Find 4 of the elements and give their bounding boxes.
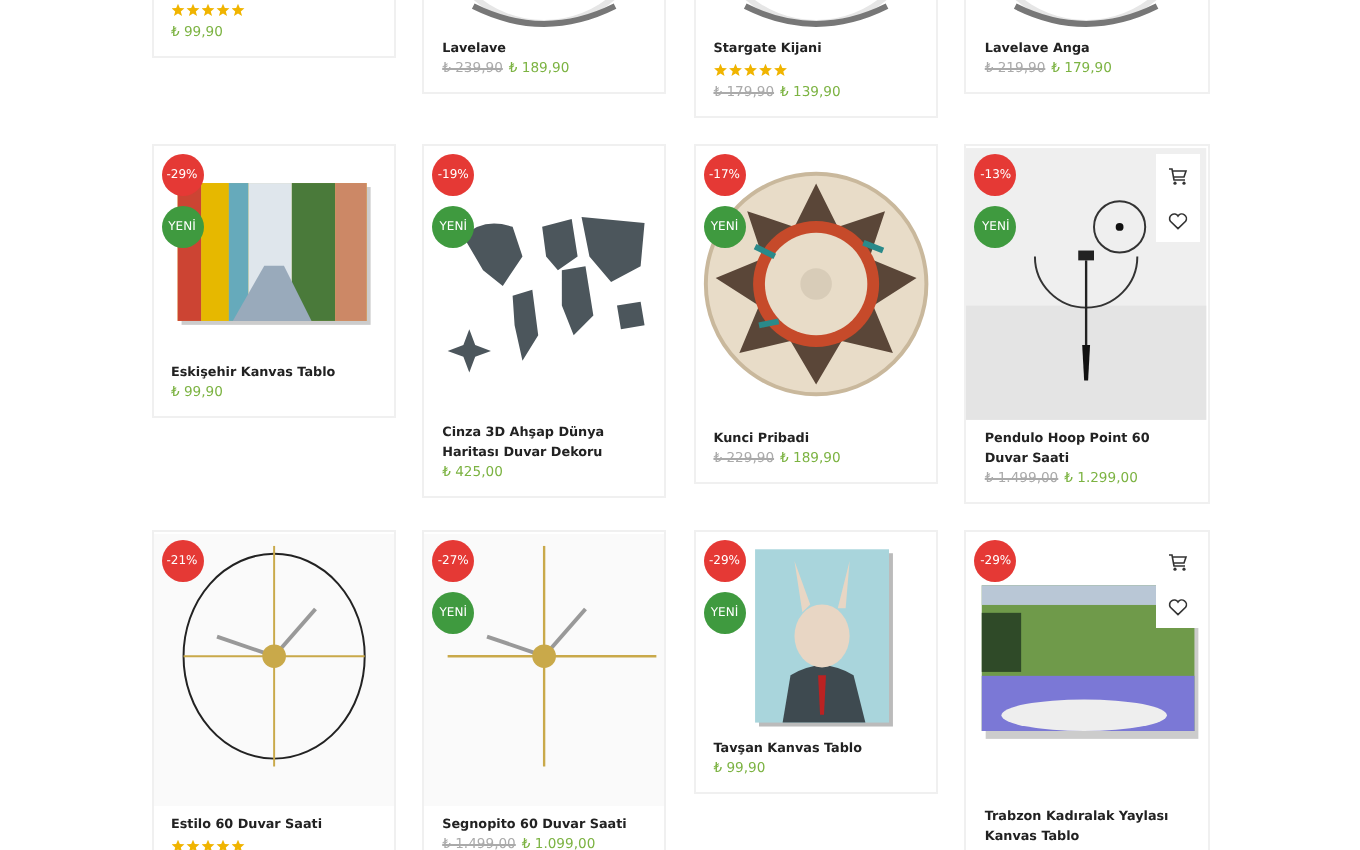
cart-icon xyxy=(1167,166,1187,186)
heart-icon xyxy=(1167,211,1187,229)
heart-icon xyxy=(1167,597,1187,615)
cart-icon xyxy=(1167,552,1187,572)
